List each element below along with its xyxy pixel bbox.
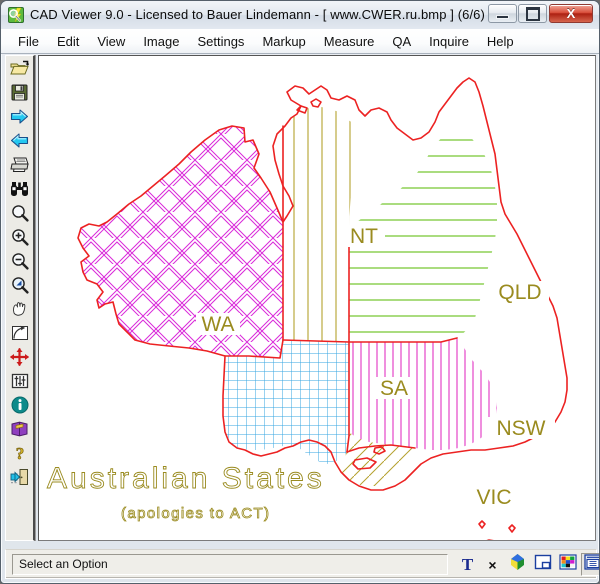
thumbnail-view-icon: [584, 554, 600, 575]
close-image-button[interactable]: ×: [481, 553, 504, 576]
next-image-button[interactable]: [7, 105, 32, 128]
zoom-window-button[interactable]: [7, 201, 32, 224]
label-wa-text: WA: [201, 313, 234, 336]
left-toolbar: ?: [5, 55, 35, 541]
title-bar: CAD Viewer 9.0 - Licensed to Bauer Linde…: [1, 1, 600, 30]
layers-cube-icon: [509, 553, 526, 576]
drawing-subtitle: (apologies to ACT): [121, 505, 270, 522]
next-arrow-icon: [10, 108, 29, 125]
open-file-button[interactable]: [7, 57, 32, 80]
window-pane-icon: [534, 554, 552, 575]
thumbnail-view-button[interactable]: [581, 553, 600, 576]
close-button[interactable]: X: [549, 4, 593, 23]
menu-file[interactable]: File: [9, 31, 48, 52]
print-button[interactable]: [7, 153, 32, 176]
label-qld-text: QLD: [498, 281, 541, 304]
menu-qa[interactable]: QA: [383, 31, 420, 52]
label-nsw-text: NSW: [497, 417, 546, 440]
text-tool-icon: T: [462, 555, 473, 575]
rotate-icon: [11, 325, 29, 341]
zoom-in-icon: [11, 228, 29, 246]
pan-button[interactable]: [7, 297, 32, 320]
reference-button[interactable]: [7, 417, 32, 440]
minimize-icon: [497, 16, 508, 18]
open-file-icon: [10, 60, 29, 77]
cad-viewer-magnifier-icon: [7, 6, 25, 24]
label-nt: NT: [343, 225, 385, 248]
australia-map: WA NT QLD SA: [39, 56, 595, 540]
find-button[interactable]: [7, 177, 32, 200]
layers-button[interactable]: [506, 553, 529, 576]
zoom-out-icon: [11, 252, 29, 270]
island-bass-2: [509, 525, 515, 532]
text-tool-button[interactable]: T: [456, 553, 479, 576]
pan-hand-icon: [11, 300, 29, 318]
book-icon: [10, 421, 29, 437]
zoom-in-button[interactable]: [7, 225, 32, 248]
status-bar: Select an Option T ×: [5, 549, 597, 579]
menu-markup[interactable]: Markup: [253, 31, 314, 52]
save-icon: [11, 84, 28, 101]
save-button[interactable]: [7, 81, 32, 104]
measure-button[interactable]: [7, 345, 32, 368]
menu-help[interactable]: Help: [478, 31, 523, 52]
label-wa: WA: [196, 313, 240, 336]
island-bass-1: [479, 521, 485, 528]
minimize-button[interactable]: [488, 4, 517, 23]
island-north-2: [311, 99, 321, 107]
drawing-canvas[interactable]: WA NT QLD SA: [38, 55, 596, 541]
drawing-title-block: Australian States (apologies to ACT): [47, 462, 325, 522]
label-qld: QLD: [491, 281, 549, 304]
application-window: CAD Viewer 9.0 - Licensed to Bauer Linde…: [0, 0, 600, 584]
label-vic: VIC: [476, 486, 511, 509]
window-pane-button[interactable]: [531, 553, 554, 576]
label-sa: SA: [373, 377, 415, 400]
measure-distance-icon: [10, 348, 29, 366]
close-image-icon: ×: [488, 557, 496, 573]
help-question-icon: ?: [13, 444, 27, 462]
color-palette-button[interactable]: [556, 553, 579, 576]
zoom-out-button[interactable]: [7, 249, 32, 272]
rotate-button[interactable]: [7, 321, 32, 344]
label-nt-text: NT: [350, 225, 378, 248]
menu-view[interactable]: View: [88, 31, 134, 52]
print-icon: [10, 156, 30, 173]
drawing-title: Australian States: [47, 462, 325, 495]
zoom-window-icon: [11, 204, 29, 222]
client-area: ?: [5, 55, 597, 545]
close-icon: X: [567, 6, 576, 21]
menu-image[interactable]: Image: [134, 31, 188, 52]
info-button[interactable]: [7, 393, 32, 416]
maximize-icon: [526, 7, 540, 21]
label-sa-text: SA: [380, 377, 408, 400]
maximize-button[interactable]: [518, 4, 547, 23]
zoom-previous-button[interactable]: [7, 273, 32, 296]
menu-edit[interactable]: Edit: [48, 31, 88, 52]
previous-arrow-icon: [10, 132, 29, 149]
exit-door-icon: [10, 468, 29, 486]
menu-inquire[interactable]: Inquire: [420, 31, 478, 52]
color-palette-icon: [559, 554, 577, 575]
previous-image-button[interactable]: [7, 129, 32, 152]
exit-button[interactable]: [7, 465, 32, 488]
window-title: CAD Viewer 9.0 - Licensed to Bauer Linde…: [30, 5, 485, 25]
menu-settings[interactable]: Settings: [188, 31, 253, 52]
sliders-icon: [11, 373, 29, 389]
label-nsw: NSW: [487, 417, 555, 440]
help-button[interactable]: ?: [7, 441, 32, 464]
svg-text:?: ?: [15, 444, 24, 462]
menu-measure[interactable]: Measure: [315, 31, 384, 52]
label-vic-text: VIC: [476, 486, 511, 509]
info-icon: [11, 396, 29, 414]
status-message: Select an Option: [12, 554, 448, 575]
binoculars-icon: [10, 181, 29, 197]
zoom-previous-icon: [11, 276, 29, 294]
adjust-button[interactable]: [7, 369, 32, 392]
menu-bar: File Edit View Image Settings Markup Mea…: [1, 29, 600, 54]
